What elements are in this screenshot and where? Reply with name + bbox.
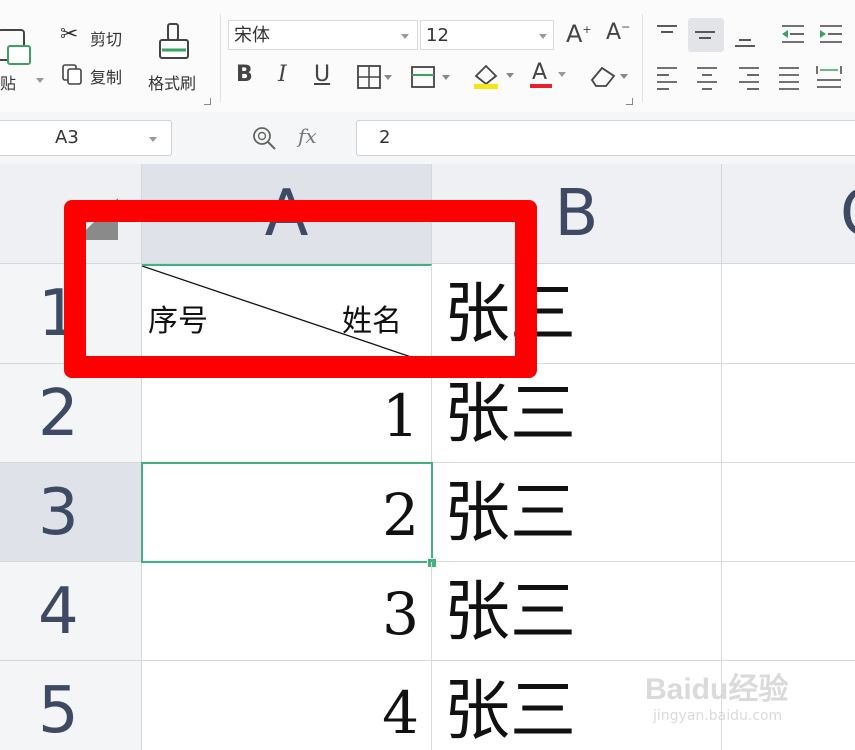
- font-name-select[interactable]: 宋体: [228, 20, 418, 50]
- formula-value: 2: [379, 127, 391, 148]
- row-header-5[interactable]: 5: [0, 661, 142, 750]
- watermark-url: jingyan.baidu.com: [653, 708, 783, 724]
- dialog-launcher-icon[interactable]: [204, 98, 211, 105]
- fill-color-icon[interactable]: [470, 60, 518, 90]
- font-color-swatch: [530, 84, 552, 88]
- copy-label: 复制: [90, 68, 123, 87]
- cell-c2[interactable]: [722, 364, 855, 463]
- name-box-value: A3: [55, 127, 79, 148]
- format-painter-button[interactable]: 格式刷: [146, 18, 206, 94]
- font-name-value: 宋体: [234, 25, 270, 46]
- bold-button[interactable]: B: [236, 62, 253, 87]
- zoom-function-icon[interactable]: [250, 124, 280, 154]
- font-color-glyph: A: [532, 60, 548, 85]
- increase-font-icon[interactable]: A+: [566, 20, 592, 48]
- ribbon-toolbar: 粘贴 ✂ 剪切 复制 格式刷 宋体 12 A+ A− B I U: [0, 0, 855, 113]
- borders-icon[interactable]: [356, 64, 396, 94]
- chevron-down-icon: [149, 137, 157, 142]
- scissors-icon: ✂: [60, 22, 79, 47]
- align-right-icon[interactable]: [736, 64, 764, 92]
- brush-icon: [159, 23, 189, 59]
- font-color-button[interactable]: A: [528, 60, 572, 90]
- dialog-launcher-icon[interactable]: [626, 98, 633, 105]
- name-box[interactable]: A3: [0, 120, 172, 156]
- cell-b2[interactable]: 张三: [432, 364, 722, 463]
- format-painter-label: 格式刷: [148, 74, 197, 93]
- cut-button[interactable]: ✂ 剪切: [60, 22, 132, 52]
- row-header-3[interactable]: 3: [0, 463, 142, 562]
- italic-button[interactable]: I: [278, 62, 287, 87]
- cell-a5[interactable]: 4: [142, 661, 432, 750]
- justify-icon[interactable]: [776, 64, 804, 92]
- align-left-icon[interactable]: [654, 64, 682, 92]
- cell-b4[interactable]: 张三: [432, 562, 722, 661]
- cell-b3[interactable]: 张三: [432, 463, 722, 562]
- align-middle-icon: [695, 31, 715, 39]
- cell-a4[interactable]: 3: [142, 562, 432, 661]
- cell-a3-selected[interactable]: 2: [141, 462, 433, 563]
- underline-button[interactable]: U: [314, 62, 330, 87]
- baidu-jingyan-watermark: Baidu经验 jingyan.baidu.com: [645, 664, 845, 734]
- copy-icon: [62, 64, 82, 85]
- chevron-down-icon: [558, 72, 566, 77]
- cell-style-icon[interactable]: [410, 64, 454, 94]
- cell-a2[interactable]: 1: [142, 364, 432, 463]
- font-size-value: 12: [426, 25, 449, 46]
- eraser-icon[interactable]: [588, 62, 632, 92]
- watermark-brand: Baidu经验: [645, 673, 789, 706]
- paste-icon: [0, 29, 31, 65]
- row-header-2[interactable]: 2: [0, 364, 142, 463]
- cell-c1[interactable]: [722, 264, 855, 364]
- decrease-font-icon[interactable]: A−: [606, 20, 630, 45]
- align-top-icon[interactable]: [654, 22, 682, 50]
- cell-c4[interactable]: [722, 562, 855, 661]
- paste-button[interactable]: 粘贴: [0, 18, 46, 94]
- fx-icon[interactable]: fx: [298, 124, 317, 148]
- row-header-4[interactable]: 4: [0, 562, 142, 661]
- formula-input[interactable]: 2: [356, 120, 855, 156]
- chevron-down-icon: [36, 78, 44, 83]
- font-size-select[interactable]: 12: [420, 20, 554, 50]
- align-bottom-icon[interactable]: [732, 22, 760, 50]
- highlight-annotation-box: [64, 200, 537, 378]
- chevron-down-icon: [539, 34, 547, 39]
- toolbar-separator: [642, 14, 643, 102]
- copy-button[interactable]: 复制: [60, 62, 132, 90]
- distribute-icon[interactable]: [814, 62, 844, 90]
- toolbar-separator: [220, 14, 221, 102]
- cell-c3[interactable]: [722, 463, 855, 562]
- align-center-icon[interactable]: [694, 64, 722, 92]
- cut-label: 剪切: [90, 30, 123, 49]
- align-middle-button[interactable]: [688, 18, 724, 52]
- increase-indent-icon[interactable]: [816, 22, 846, 50]
- decrease-indent-icon[interactable]: [778, 22, 808, 50]
- paste-label: 粘贴: [0, 74, 17, 93]
- column-header-c[interactable]: C: [722, 164, 855, 264]
- chevron-down-icon: [401, 34, 409, 39]
- formula-bar: A3 fx 2: [0, 112, 855, 165]
